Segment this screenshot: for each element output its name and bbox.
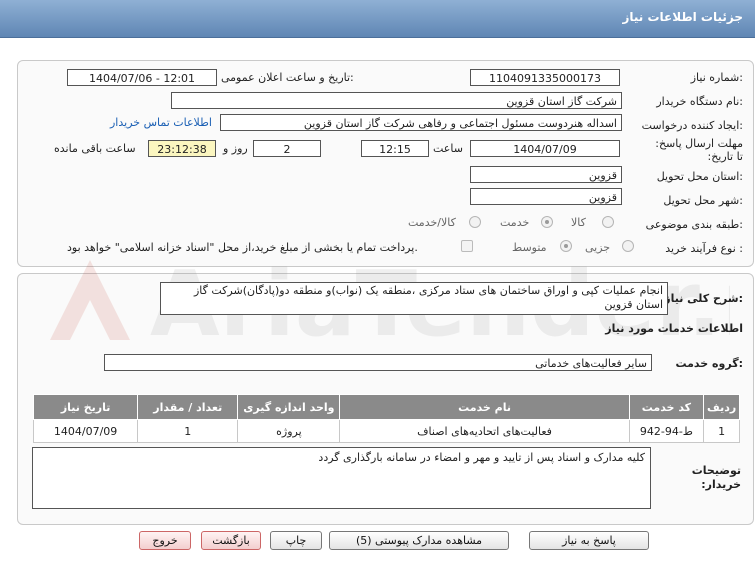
col-row: ردیف [703,394,740,420]
deadline-time-field: 12:15 [361,140,429,157]
category-goods-radio[interactable] [602,216,614,228]
buyer-notes-label: توضیحات خریدار: [691,464,741,491]
general-desc-label: شرح کلی نیاز: [664,292,743,305]
buyer-org-field: شرکت گاز استان قزوین [171,92,622,109]
page-title: جزئیات اطلاعات نیاز [622,10,743,24]
cell-row-number: 1 [703,419,740,443]
cell-unit: پروژه [237,419,341,443]
print-button[interactable]: چاپ [270,531,322,550]
attachments-button[interactable]: مشاهده مدارک پیوستی (5) [329,531,509,550]
cell-service-code: ط-94-942 [628,419,705,443]
city-field: قزوین [470,188,622,205]
time-label: ساعت [433,142,463,155]
exit-button[interactable]: خروج [139,531,191,550]
services-table: تاریخ نیاز تعداد / مقدار واحد اندازه گیر… [32,394,740,443]
cell-service-name: فعالیت‌های اتحادیه‌های اصناف [339,419,630,443]
category-label: طبقه بندی موضوعی: [645,218,743,231]
category-goods-service-label: کالا/خدمت [408,216,456,229]
process-partial-label: جزیی [585,241,611,254]
service-group-field: سایر فعالیت‌های خدماتی [104,354,652,371]
page-header: جزئیات اطلاعات نیاز [0,0,755,38]
province-label: استان محل تحویل: [656,170,743,183]
deadline-label: مهلت ارسال پاسخ: تا تاریخ: [655,137,743,163]
treasury-payment-label: پرداخت تمام یا بخشی از مبلغ خرید،از محل … [67,241,418,254]
services-info-heading: اطلاعات خدمات مورد نیاز [605,322,743,335]
col-service-name: نام خدمت [339,394,630,420]
requester-field: اسداله هنردوست مسئول اجتماعی و رفاهی شرک… [220,114,622,131]
col-unit: واحد اندازه گیری [237,394,341,420]
day-and-label: روز و [223,142,248,155]
city-label: شهر محل تحویل: [663,194,743,207]
category-service-radio[interactable] [541,216,553,228]
requester-label: ایجاد کننده درخواست: [641,119,743,132]
process-type-label: نوع فرآیند خرید : [665,242,743,255]
process-partial-radio[interactable] [622,240,634,252]
category-goods-label: کالا [571,216,586,229]
col-quantity: تعداد / مقدار [137,394,239,420]
buyer-org-label: نام دستگاه خریدار: [656,95,743,108]
announce-datetime-field: 1404/07/06 - 12:01 [67,69,217,86]
reply-button[interactable]: پاسخ به نیاز [529,531,649,550]
province-field: قزوین [470,166,622,183]
cell-quantity: 1 [137,419,239,443]
category-service-label: خدمت [500,216,530,229]
treasury-payment-checkbox[interactable] [461,240,473,252]
category-goods-service-radio[interactable] [469,216,481,228]
buyer-notes-textarea[interactable]: کلیه مدارک و اسناد پس از تایید و مهر و ا… [32,447,651,509]
table-row: 1404/07/09 1 پروژه فعالیت‌های اتحادیه‌ها… [32,419,740,443]
days-field: 2 [253,140,321,157]
col-service-code: کد خدمت [628,394,705,420]
col-need-date: تاریخ نیاز [32,394,139,420]
announce-datetime-label: تاریخ و ساعت اعلان عمومی: [221,71,354,84]
need-number-label: شماره نیاز: [690,71,743,84]
contact-buyer-link[interactable]: اطلاعات تماس خریدار [110,116,212,129]
need-number-field: 1104091335000173 [470,69,620,86]
back-button[interactable]: بازگشت [201,531,261,550]
remaining-label: ساعت باقی مانده [54,142,136,155]
process-medium-label: متوسط [512,241,547,254]
deadline-date-field: 1404/07/09 [470,140,620,157]
process-medium-radio[interactable] [560,240,572,252]
general-desc-textarea[interactable]: انجام عملیات کپی و اوراق ساختمان های ستا… [160,282,668,315]
cell-need-date: 1404/07/09 [32,419,139,443]
remaining-time-field: 23:12:38 [148,140,216,157]
service-group-label: گروه خدمت: [675,357,743,370]
